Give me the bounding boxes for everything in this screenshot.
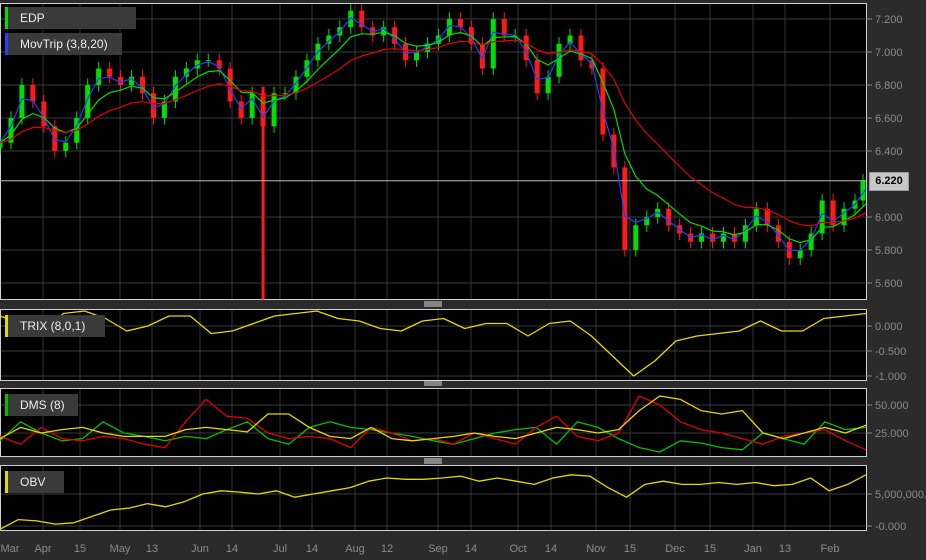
candle-body <box>578 35 584 61</box>
price-y-tick-label: 7.000 <box>875 47 903 59</box>
x-tick-label: 13 <box>779 543 791 555</box>
x-tick-label: 14 <box>306 543 318 555</box>
x-tick-label: 14 <box>545 543 557 555</box>
price-y-tick-label: 6.400 <box>875 146 903 158</box>
candle-body <box>238 101 244 118</box>
x-tick-label: Nov <box>586 543 606 555</box>
legend-obv[interactable]: OBV <box>5 471 64 493</box>
candle-body <box>720 233 726 242</box>
candle-body <box>30 85 36 102</box>
x-tick-label: 13 <box>146 543 158 555</box>
obv-y-tick-label: -0.000 <box>875 521 906 533</box>
x-tick-label: 14 <box>226 543 238 555</box>
candle-body <box>501 19 507 36</box>
x-tick-label: 12 <box>381 543 393 555</box>
legend-movtrip[interactable]: MovTrip (3,8,20) <box>5 33 122 55</box>
x-tick-label: 15 <box>704 543 716 555</box>
dms-y-tick-label: 25.000 <box>875 428 909 440</box>
candle-body <box>205 60 211 62</box>
trix-y-tick-label: -1.000 <box>875 371 906 383</box>
candle-body <box>414 52 420 61</box>
price-y-tick-label: 6.600 <box>875 113 903 125</box>
legend-dms[interactable]: DMS (8) <box>5 394 78 416</box>
x-tick-label: 15 <box>74 543 86 555</box>
candle-body <box>797 250 803 259</box>
x-tick-label: Apr <box>34 543 51 555</box>
x-tick-label: Feb <box>821 543 840 555</box>
candle-body <box>271 93 277 127</box>
chart-canvas: 7.200 7.000 6.800 6.600 6.400 6.000 5.800 5.600… <box>0 3 926 555</box>
price-y-tick-label: 6.000 <box>875 212 903 224</box>
candle-body <box>118 76 124 85</box>
x-tick-label: Jul <box>273 543 287 555</box>
candle-body <box>556 43 562 77</box>
trix-y-tick-label: -0.500 <box>875 346 906 358</box>
x-tick-label: 14 <box>465 543 477 555</box>
candle-body <box>249 93 255 118</box>
price-y-tick-label: 6.800 <box>875 80 903 92</box>
legend-trix[interactable]: TRIX (8,0,1) <box>5 315 105 337</box>
panel-dms <box>0 388 867 457</box>
obv-y-tick-label: 5,000,000. <box>875 489 926 501</box>
x-tick-label: Jan <box>744 543 762 555</box>
dms-y-tick-label: 50.000 <box>875 400 909 412</box>
x-tick-label: Aug <box>345 543 365 555</box>
x-tick-label: May <box>110 543 131 555</box>
trix-y-tick-label: 0.000 <box>875 321 903 333</box>
candle-body <box>710 233 716 242</box>
candle-body <box>633 225 639 250</box>
candle-body <box>63 142 69 151</box>
price-y-tick-label: 7.200 <box>875 14 903 26</box>
panel-obv <box>0 465 867 531</box>
candle-body <box>545 76 551 94</box>
price-y-tick-label: 5.800 <box>875 245 903 257</box>
x-tick-label: 15 <box>624 543 636 555</box>
last-price-badge: 6.220 <box>869 172 909 191</box>
price-y-tick-label: 5.600 <box>875 278 903 290</box>
x-tick-label: Sep <box>428 543 448 555</box>
candle-body <box>107 68 113 77</box>
candle-body <box>403 43 409 61</box>
candle-body <box>490 19 496 69</box>
x-tick-label: Mar <box>1 543 20 555</box>
legend-title[interactable]: EDP RENOVAVEIS <box>5 7 136 47</box>
x-tick-label: Oct <box>509 543 526 555</box>
x-tick-label: Jun <box>191 543 209 555</box>
x-tick-label: Dec <box>665 543 685 555</box>
candle-body <box>260 93 266 127</box>
candle-body <box>19 85 25 118</box>
candle-body <box>0 142 3 148</box>
